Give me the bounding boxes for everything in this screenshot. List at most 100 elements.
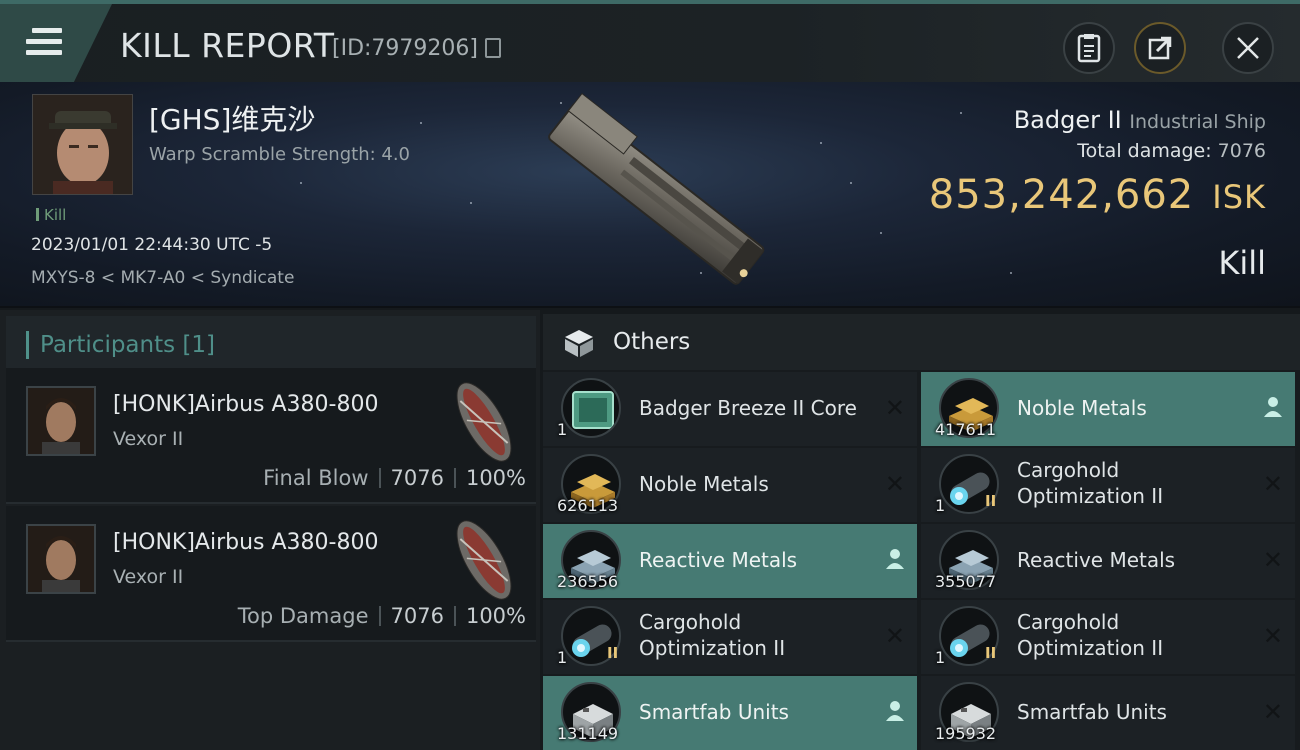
item-quantity: 131149 xyxy=(557,724,619,743)
hamburger-menu-icon xyxy=(26,28,62,56)
participants-header: Participants [1] xyxy=(6,316,536,374)
destroyed-x-icon: ✕ xyxy=(884,470,905,498)
kill-status: Kill xyxy=(1218,244,1266,282)
item-quantity: 417611 xyxy=(935,420,997,439)
share-button[interactable] xyxy=(1134,22,1186,74)
kill-location: MXYS-8 < MK7-A0 < Syndicate xyxy=(31,268,295,288)
ship-class: Industrial Ship xyxy=(1129,111,1266,133)
participant-ship-image xyxy=(456,382,512,462)
item-name: Cargohold Optimization II xyxy=(639,610,786,660)
cube-icon xyxy=(565,330,593,357)
item-quantity: 1 xyxy=(935,648,946,667)
participant-percent: 100% xyxy=(465,466,526,490)
total-damage-label: Total damage: xyxy=(1077,140,1212,162)
others-header: Others xyxy=(543,314,1300,370)
kill-tag: Kill xyxy=(36,206,66,224)
participant-damage: 7076 xyxy=(390,604,444,628)
participant-role: Final Blow xyxy=(263,466,369,490)
victim-ship-image[interactable] xyxy=(525,90,785,300)
total-damage-value: 7076 xyxy=(1217,140,1266,162)
victim-ship-name[interactable]: Badger II Industrial Ship xyxy=(1014,106,1266,134)
item-name: Smartfab Units xyxy=(1017,700,1167,724)
others-item[interactable]: 131149 Smartfab Units xyxy=(543,676,917,750)
tech-level-badge: II xyxy=(607,644,619,662)
participant-avatar[interactable] xyxy=(26,386,96,456)
victim-name[interactable]: [GHS]维克沙 xyxy=(149,98,315,138)
participant-percent: 100% xyxy=(465,604,526,628)
participant-ship: Vexor II xyxy=(113,428,184,450)
participant-name[interactable]: [HONK]Airbus A380-800 xyxy=(113,530,378,555)
item-name: Noble Metals xyxy=(1017,396,1147,420)
others-item[interactable]: II 1 Cargohold Optimization II ✕ xyxy=(543,600,917,674)
destroyed-x-icon: ✕ xyxy=(1262,470,1283,498)
stat-separator xyxy=(378,468,381,488)
warp-scramble-strength: Warp Scramble Strength: 4.0 xyxy=(149,144,411,165)
destroyed-x-icon: ✕ xyxy=(884,622,905,650)
core-icon xyxy=(561,378,621,438)
others-item[interactable]: 626113 Noble Metals ✕ xyxy=(543,448,917,522)
top-bar: KILL REPORT [ID:7979206] xyxy=(0,0,1300,82)
item-name: Smartfab Units xyxy=(639,700,789,724)
item-quantity: 1 xyxy=(557,420,568,439)
tech-level-badge: II xyxy=(985,492,997,510)
participant-row[interactable]: [HONK]Airbus A380-800 Vexor II Top Damag… xyxy=(6,506,536,642)
isk-unit: ISK xyxy=(1212,178,1266,216)
clipboard-button[interactable] xyxy=(1063,22,1115,74)
participant-avatar-image xyxy=(28,526,94,592)
participant-ship-image xyxy=(456,520,512,600)
share-icon xyxy=(1148,36,1172,60)
others-title: Others xyxy=(613,329,691,355)
victim-portrait[interactable] xyxy=(32,94,133,195)
victim-avatar-image xyxy=(33,95,132,194)
isk-value: 853,242,662 ISK xyxy=(929,172,1266,218)
stat-separator xyxy=(453,468,456,488)
item-quantity: 355077 xyxy=(935,572,997,591)
others-item[interactable]: II 1 Cargohold Optimization II ✕ xyxy=(921,600,1295,674)
person-icon xyxy=(885,700,905,726)
page-title: KILL REPORT xyxy=(120,26,335,65)
participant-avatar[interactable] xyxy=(26,524,96,594)
destroyed-x-icon: ✕ xyxy=(1262,622,1283,650)
participant-avatar-image xyxy=(28,388,94,454)
item-quantity: 1 xyxy=(557,648,568,667)
item-name: Reactive Metals xyxy=(639,548,798,572)
person-icon xyxy=(885,548,905,574)
participant-ship: Vexor II xyxy=(113,566,184,588)
participant-name[interactable]: [HONK]Airbus A380-800 xyxy=(113,392,378,417)
destroyed-x-icon: ✕ xyxy=(1262,698,1283,726)
others-item[interactable]: II 1 Cargohold Optimization II ✕ xyxy=(921,448,1295,522)
item-name: Reactive Metals xyxy=(1017,548,1176,572)
item-quantity: 195932 xyxy=(935,724,997,743)
participant-damage: 7076 xyxy=(390,466,444,490)
others-item[interactable]: 417611 Noble Metals xyxy=(921,372,1295,446)
menu-button[interactable] xyxy=(0,4,112,82)
item-name: Badger Breeze II Core xyxy=(639,396,857,420)
others-item[interactable]: 195932 Smartfab Units ✕ xyxy=(921,676,1295,750)
participant-stats: Final Blow 7076 100% xyxy=(263,466,526,490)
stat-separator xyxy=(453,606,456,626)
person-icon xyxy=(1263,396,1283,422)
total-damage: Total damage: 7076 xyxy=(1077,140,1266,162)
participants-header-accent xyxy=(26,331,29,359)
ship-name-text: Badger II xyxy=(1013,106,1122,134)
others-panel: Others 1 Badger Breeze II Core ✕ 417611 Nobl… xyxy=(543,314,1300,750)
victim-summary: [GHS]维克沙 Warp Scramble Strength: 4.0 Kil… xyxy=(0,82,1300,308)
close-button[interactable] xyxy=(1222,22,1274,74)
kill-datetime: 2023/01/01 22:44:30 UTC -5 xyxy=(31,235,273,255)
others-item[interactable]: 355077 Reactive Metals ✕ xyxy=(921,524,1295,598)
isk-amount: 853,242,662 xyxy=(928,172,1195,218)
others-item[interactable]: 1 Badger Breeze II Core ✕ xyxy=(543,372,917,446)
item-name: Noble Metals xyxy=(639,472,769,496)
clipboard-icon xyxy=(1077,34,1101,63)
participant-row[interactable]: [HONK]Airbus A380-800 Vexor II Final Blo… xyxy=(6,368,536,504)
item-quantity: 236556 xyxy=(557,572,619,591)
item-quantity: 626113 xyxy=(557,496,619,515)
participants-title: Participants [1] xyxy=(40,332,215,358)
destroyed-x-icon: ✕ xyxy=(884,394,905,422)
stat-separator xyxy=(378,606,381,626)
participants-panel: Participants [1] [HONK]Airbus A380-800 V… xyxy=(0,310,540,750)
item-quantity: 1 xyxy=(935,496,946,515)
destroyed-x-icon: ✕ xyxy=(1262,546,1283,574)
copy-icon[interactable] xyxy=(485,38,501,58)
others-item[interactable]: 236556 Reactive Metals xyxy=(543,524,917,598)
